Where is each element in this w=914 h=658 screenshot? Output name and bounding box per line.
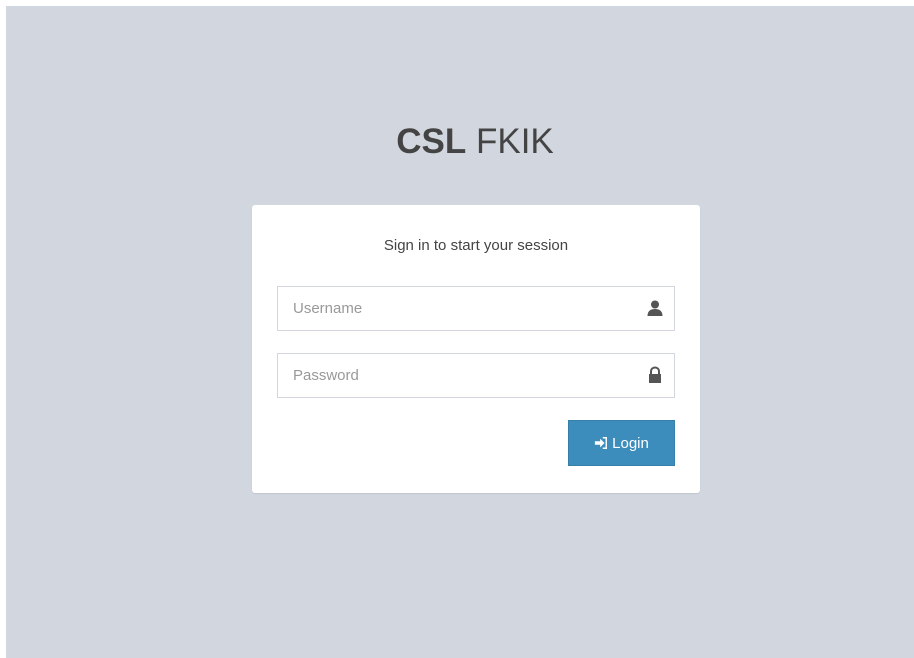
lock-icon bbox=[646, 366, 664, 384]
logo-bold-text: CSL bbox=[396, 122, 467, 161]
login-button[interactable]: Login bbox=[568, 420, 675, 466]
password-input[interactable] bbox=[278, 354, 638, 397]
username-field-group bbox=[277, 286, 675, 331]
password-field-group bbox=[277, 353, 675, 398]
login-box: Sign in to start your session Username L… bbox=[252, 205, 700, 493]
sign-in-icon bbox=[594, 436, 608, 450]
app-logo[interactable]: CSL FKIK bbox=[6, 122, 914, 162]
logo-light-text: FKIK bbox=[475, 122, 554, 161]
login-button-label: Login bbox=[612, 434, 649, 452]
user-icon bbox=[646, 299, 664, 317]
login-box-message: Sign in to start your session bbox=[383, 237, 569, 254]
login-page: CSL FKIK Sign in to start your session U… bbox=[6, 6, 914, 658]
username-input[interactable] bbox=[278, 287, 638, 330]
